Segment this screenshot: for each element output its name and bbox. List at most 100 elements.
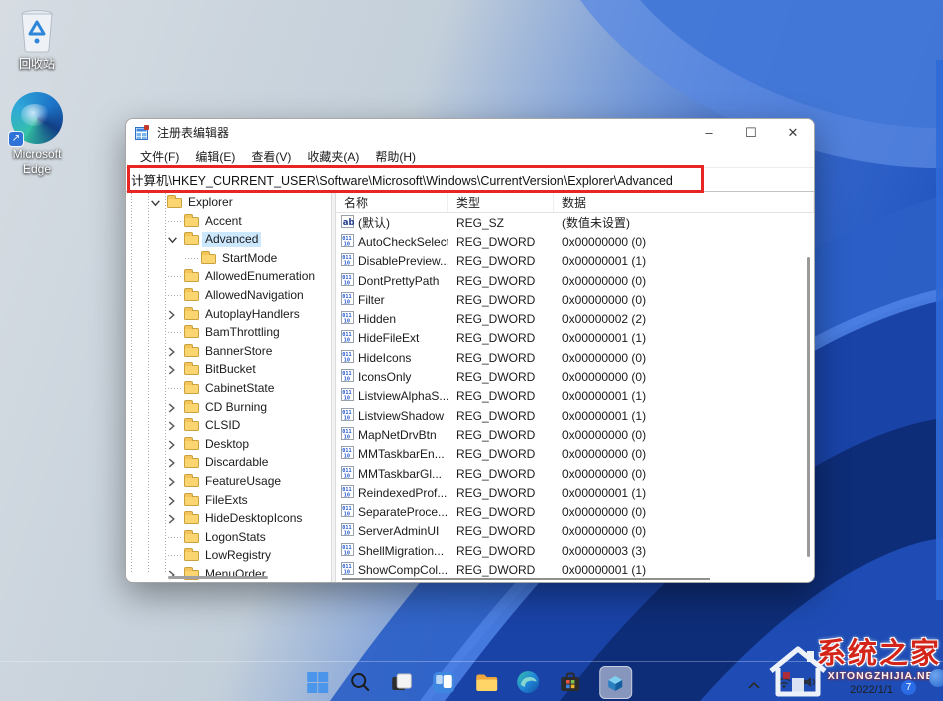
value-row-mapnetdrvbtn[interactable]: 011 10 MapNetDrvBtn REG_DWORD 0x00000000 (0) — [336, 425, 814, 444]
value-row-hidden[interactable]: 011 10 Hidden REG_DWORD 0x00000002 (2) — [336, 309, 814, 328]
value-type-cell: REG_DWORD — [456, 292, 536, 307]
tree-item-hidedesktopicons[interactable]: HideDesktopIcons — [126, 509, 331, 528]
edge-button[interactable] — [515, 669, 541, 695]
value-name-cell: 011 10 ShellMigration... — [336, 542, 448, 559]
address-bar[interactable]: 计算机\HKEY_CURRENT_USER\Software\Microsoft… — [126, 167, 814, 192]
value-row-serveradminui[interactable]: 011 10 ServerAdminUI REG_DWORD 0x00000000 (0… — [336, 522, 814, 541]
chevron-right-icon[interactable] — [167, 456, 177, 468]
tree-item-desktop[interactable]: Desktop — [126, 435, 331, 454]
chevron-right-icon[interactable] — [167, 475, 177, 487]
tree-item-lowregistry[interactable]: LowRegistry — [126, 546, 331, 565]
column-header-0[interactable]: 名称 — [336, 193, 448, 212]
menu-item-3[interactable]: 收藏夹(A) — [299, 146, 367, 167]
tree-item-menuorder[interactable]: MenuOrder — [126, 565, 331, 582]
chevron-down-icon[interactable] — [167, 233, 177, 245]
value-row-autocheckselect[interactable]: 011 10 AutoCheckSelect REG_DWORD 0x00000000 … — [336, 232, 814, 251]
tree-horizontal-scrollbar[interactable] — [168, 576, 268, 579]
window-titlebar[interactable]: 注册表编辑器 – ☐ ✕ — [126, 119, 814, 146]
tree-item-discardable[interactable]: Discardable — [126, 453, 331, 472]
tree-item-allowedenumeration[interactable]: AllowedEnumeration — [126, 267, 331, 286]
chevron-right-icon[interactable] — [167, 438, 177, 450]
tree-connector — [168, 220, 181, 222]
value-data-cell: 0x00000000 (0) — [562, 524, 647, 539]
value-row-shellmigration[interactable]: 011 10 ShellMigration... REG_DWORD 0x0000000… — [336, 541, 814, 560]
tree-connector — [168, 294, 181, 296]
tree-item-explorer[interactable]: Explorer — [126, 193, 331, 212]
store-button[interactable] — [557, 669, 583, 695]
network-icon[interactable] — [777, 675, 791, 689]
registry-editor-taskbar-button[interactable] — [598, 665, 632, 699]
value-row-hidefileext[interactable]: 011 10 HideFileExt REG_DWORD 0x00000001 (1) — [336, 329, 814, 348]
tree-item-advanced[interactable]: Advanced — [126, 230, 331, 249]
value-data-cell: 0x00000001 (1) — [562, 562, 647, 577]
value-row-listviewshadow[interactable]: 011 10 ListviewShadow REG_DWORD 0x00000001 (… — [336, 406, 814, 425]
value-row-mmtaskbargl[interactable]: 011 10 MMTaskbarGl... REG_DWORD 0x00000000 (… — [336, 464, 814, 483]
tree-item-bannerstore[interactable]: BannerStore — [126, 342, 331, 361]
tree-item-allowednavigation[interactable]: AllowedNavigation — [126, 286, 331, 305]
value-row-dontprettypath[interactable]: 011 10 DontPrettyPath REG_DWORD 0x00000000 (… — [336, 271, 814, 290]
widgets-icon — [433, 671, 455, 693]
menu-item-0[interactable]: 文件(F) — [132, 146, 187, 167]
tree-item-bitbucket[interactable]: BitBucket — [126, 360, 331, 379]
value-name-cell: 011 10 DontPrettyPath — [336, 272, 448, 289]
menu-item-2[interactable]: 查看(V) — [243, 146, 299, 167]
column-header-2[interactable]: 数据 — [554, 193, 814, 212]
tree-item-cabinetstate[interactable]: CabinetState — [126, 379, 331, 398]
recycle-bin-icon[interactable]: 回收站 — [0, 6, 74, 72]
menu-item-1[interactable]: 编辑(E) — [187, 146, 243, 167]
file-explorer-icon — [475, 674, 497, 691]
chevron-down-icon[interactable] — [150, 196, 160, 208]
start-button[interactable] — [305, 669, 331, 695]
value-row-separateproce[interactable]: 011 10 SeparateProce... REG_DWORD 0x00000000… — [336, 502, 814, 521]
widgets-button[interactable] — [431, 669, 457, 695]
folder-icon — [184, 511, 199, 525]
minimize-button[interactable]: – — [688, 119, 730, 146]
value-row-reindexedprof[interactable]: 011 10 ReindexedProf... REG_DWORD 0x00000001… — [336, 483, 814, 502]
menu-item-4[interactable]: 帮助(H) — [367, 146, 424, 167]
tree-item-bamthrottling[interactable]: BamThrottling — [126, 323, 331, 342]
value-row-iconsonly[interactable]: 011 10 IconsOnly REG_DWORD 0x00000000 (0) — [336, 367, 814, 386]
volume-icon[interactable] — [803, 675, 817, 689]
chevron-right-icon[interactable] — [167, 345, 177, 357]
edge-shortcut-icon[interactable]: ↗ Microsoft Edge — [0, 92, 74, 177]
value-row-默认[interactable]: ab (默认) REG_SZ (数值未设置) — [336, 213, 814, 232]
tree-item-featureusage[interactable]: FeatureUsage — [126, 472, 331, 491]
tray-clock[interactable]: 2022/1/1 — [850, 684, 893, 697]
value-row-filter[interactable]: 011 10 Filter REG_DWORD 0x00000000 (0) — [336, 290, 814, 309]
value-name: ShowCompCol... — [358, 562, 448, 577]
value-row-showcompcol[interactable]: 011 10 ShowCompCol... REG_DWORD 0x00000001 (… — [336, 560, 814, 579]
value-data-cell: 0x00000000 (0) — [562, 292, 647, 307]
value-name: HideIcons — [358, 350, 412, 365]
task-view-button[interactable] — [389, 669, 415, 695]
notification-badge[interactable]: 7 — [901, 680, 916, 695]
tree-item-autoplayhandlers[interactable]: AutoplayHandlers — [126, 305, 331, 324]
value-row-listviewalphas[interactable]: 011 10 ListviewAlphaS... REG_DWORD 0x0000000… — [336, 387, 814, 406]
chevron-right-icon[interactable] — [167, 494, 177, 506]
column-header-1[interactable]: 类型 — [448, 193, 554, 212]
value-type-cell: REG_DWORD — [456, 312, 536, 327]
list-horizontal-scrollbar[interactable] — [342, 578, 710, 580]
close-button[interactable]: ✕ — [772, 119, 814, 146]
tray-chevron-up-icon[interactable] — [747, 681, 761, 690]
tree-item-accent[interactable]: Accent — [126, 212, 331, 231]
tree-item-startmode[interactable]: StartMode — [126, 249, 331, 268]
value-name: AutoCheckSelect — [358, 234, 448, 249]
tree-item-logonstats[interactable]: LogonStats — [126, 528, 331, 547]
value-row-disablepreview[interactable]: 011 10 DisablePreview... REG_DWORD 0x0000000… — [336, 252, 814, 271]
maximize-button[interactable]: ☐ — [730, 119, 772, 146]
value-name: (默认) — [358, 216, 390, 231]
list-vertical-scrollbar[interactable] — [807, 257, 810, 557]
search-button[interactable] — [347, 669, 373, 695]
file-explorer-button[interactable] — [473, 669, 499, 695]
chevron-right-icon[interactable] — [167, 363, 177, 375]
tree-item-clsid[interactable]: CLSID — [126, 416, 331, 435]
tree-item-cd-burning[interactable]: CD Burning — [126, 398, 331, 417]
tree-item-label: HideDesktopIcons — [205, 511, 303, 526]
tree-item-fileexts[interactable]: FileExts — [126, 491, 331, 510]
value-row-mmtaskbaren[interactable]: 011 10 MMTaskbarEn... REG_DWORD 0x00000000 (… — [336, 445, 814, 464]
chevron-right-icon[interactable] — [167, 419, 177, 431]
chevron-right-icon[interactable] — [167, 401, 177, 413]
value-row-hideicons[interactable]: 011 10 HideIcons REG_DWORD 0x00000000 (0) — [336, 348, 814, 367]
chevron-right-icon[interactable] — [167, 308, 177, 320]
chevron-right-icon[interactable] — [167, 512, 177, 524]
